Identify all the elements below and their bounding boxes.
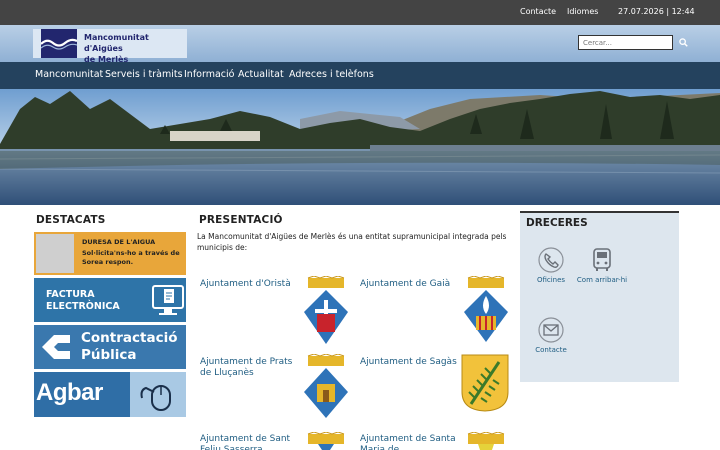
banner-duresa-title: DURESA DE L'AIGUA: [82, 238, 156, 246]
town-sant-feliu-sasserra[interactable]: Ajuntament de Sant Feliu Sasserra: [200, 434, 300, 450]
logo-text: Mancomunitat d'Aigües de Merlès: [84, 32, 187, 65]
search-icon: [678, 38, 688, 47]
languages-link[interactable]: Idiomes: [567, 7, 598, 16]
contract-logo-icon: [42, 335, 70, 359]
dreceres-title: DRECERES: [526, 217, 588, 229]
hero-lake-image: [0, 89, 720, 205]
banner-agbar-right: [130, 372, 186, 417]
banner-contractacio-publica[interactable]: Contractació Pública: [34, 325, 186, 369]
bus-icon[interactable]: [589, 247, 615, 273]
banner-agbar-text: Agbar: [36, 379, 103, 406]
nav-informacio[interactable]: Informació: [184, 69, 234, 80]
site-logo[interactable]: Mancomunitat d'Aigües de Merlès: [33, 29, 187, 64]
header: Mancomunitat d'Aigües de Merlès: [0, 25, 720, 64]
prats-crest-icon[interactable]: [302, 354, 350, 420]
search-button[interactable]: [676, 35, 690, 50]
mouse-hand-icon: [140, 385, 171, 411]
gaia-crest-icon[interactable]: [462, 276, 510, 344]
town-gaia[interactable]: Ajuntament de Gaià: [360, 279, 460, 290]
banner-agbar[interactable]: Agbar: [34, 372, 186, 417]
sant-feliu-crest-icon[interactable]: [302, 432, 350, 450]
destacats-title: DESTACATS: [36, 214, 106, 226]
mail-icon[interactable]: [538, 317, 564, 343]
logo-wave-icon: [41, 29, 77, 58]
banner-contractacio-line1: Contractació: [81, 330, 178, 346]
logo-line-1: Mancomunitat d'Aigües: [84, 33, 149, 53]
dreceres-com-arribar[interactable]: Com arribar-hi: [576, 276, 628, 285]
date-time: 27.07.2026 | 12:44: [618, 7, 695, 16]
nav-mancomunitat[interactable]: Mancomunitat: [35, 69, 103, 80]
town-prats-llucanes[interactable]: Ajuntament de Prats de Lluçanès: [200, 357, 300, 379]
contact-link[interactable]: Contacte: [520, 7, 556, 16]
dreceres-oficines[interactable]: Oficines: [530, 276, 572, 285]
main-nav: Mancomunitat Serveis i tràmits Informaci…: [0, 62, 720, 89]
dreceres-panel: DRECERES Oficines Com arribar-hi Contact…: [520, 211, 679, 382]
computer-invoice-icon: [152, 285, 184, 315]
town-orista[interactable]: Ajuntament d'Oristà: [200, 279, 300, 290]
banner-duresa-aigua[interactable]: DURESA DE L'AIGUA Sol·licita'ns-ho a tra…: [34, 232, 186, 275]
nav-adreces-telefons[interactable]: Adreces i telèfons: [289, 69, 374, 80]
phone-icon[interactable]: [538, 247, 564, 273]
nav-serveis-tramits[interactable]: Serveis i tràmits: [105, 69, 183, 80]
banner-contractacio-text: Contractació Pública: [81, 330, 177, 364]
search-input[interactable]: [578, 35, 673, 50]
dreceres-contacte[interactable]: Contacte: [530, 346, 572, 355]
banner-factura-line1: FACTURA: [46, 289, 95, 300]
presentacio-intro: La Mancomunitat d'Aigües de Merlès és un…: [197, 232, 507, 252]
santa-maria-crest-icon[interactable]: [462, 432, 510, 450]
orista-crest-icon[interactable]: [302, 276, 350, 346]
banner-contractacio-line2: Pública: [81, 347, 137, 363]
sagas-crest-icon[interactable]: [461, 354, 509, 412]
water-tap-image: [36, 234, 74, 273]
top-bar: Contacte Idiomes 27.07.2026 | 12:44: [0, 0, 720, 25]
banner-factura-electronica[interactable]: FACTURA ELECTRÒNICA: [34, 278, 186, 322]
nav-actualitat[interactable]: Actualitat: [238, 69, 284, 80]
banner-duresa-subtitle: Sol·licita'ns-ho a través de Sorea respo…: [82, 249, 180, 266]
presentacio-title: PRESENTACIÓ: [199, 214, 283, 226]
town-sagas[interactable]: Ajuntament de Sagàs: [360, 357, 460, 368]
banner-factura-line2: ELECTRÒNICA: [46, 301, 120, 312]
town-santa-maria[interactable]: Ajuntament de Santa Maria de: [360, 434, 460, 450]
banner-factura-text: FACTURA ELECTRÒNICA: [46, 289, 120, 313]
